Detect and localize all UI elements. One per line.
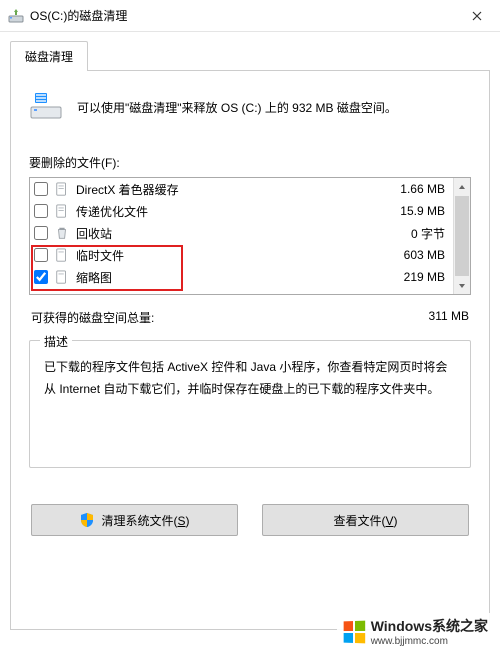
file-size: 0 字节 [411, 225, 449, 242]
tab-disk-cleanup[interactable]: 磁盘清理 [10, 41, 88, 71]
file-icon [54, 247, 70, 263]
watermark: Windows系统之家 www.bjjmmc.com [337, 613, 494, 650]
tab-panel: 可以使用"磁盘清理"来释放 OS (C:) 上的 932 MB 磁盘空间。 要删… [10, 70, 490, 630]
description-label: 描述 [40, 333, 72, 350]
file-name: 传递优化文件 [76, 203, 394, 220]
file-size: 15.9 MB [400, 204, 449, 218]
scroll-down-icon[interactable] [454, 277, 470, 294]
description-text: 已下载的程序文件包括 ActiveX 控件和 Java 小程序，你查看特定网页时… [44, 357, 456, 400]
file-checkbox[interactable] [34, 270, 48, 284]
window-title: OS(C:)的磁盘清理 [30, 7, 454, 24]
file-checkbox[interactable] [34, 204, 48, 218]
watermark-url: www.bjjmmc.com [371, 636, 488, 647]
file-row[interactable]: 传递优化文件 15.9 MB [30, 200, 453, 222]
watermark-brand: Windows系统之家 [371, 616, 488, 636]
file-row[interactable]: 临时文件 603 MB [30, 244, 453, 266]
drive-cleanup-icon [8, 8, 24, 24]
intro-row: 可以使用"磁盘清理"来释放 OS (C:) 上的 932 MB 磁盘空间。 [29, 89, 471, 126]
scrollbar[interactable] [453, 178, 470, 294]
file-name: DirectX 着色器缓存 [76, 181, 394, 198]
total-value: 311 MB [429, 309, 469, 326]
clean-button-label: 清理系统文件(S) [101, 512, 189, 529]
view-button-label: 查看文件(V) [333, 512, 397, 529]
file-row[interactable]: 回收站 0 字节 [30, 222, 453, 244]
total-row: 可获得的磁盘空间总量: 311 MB [31, 309, 469, 326]
file-icon [54, 181, 70, 197]
shield-icon [79, 512, 95, 528]
file-size: 1.66 MB [400, 182, 449, 196]
recycle-bin-icon [54, 225, 70, 241]
file-size: 603 MB [404, 248, 449, 262]
file-checkbox[interactable] [34, 248, 48, 262]
file-size: 219 MB [404, 270, 449, 284]
file-list: DirectX 着色器缓存 1.66 MB 传递优化文件 15.9 MB [29, 177, 471, 295]
file-icon [54, 203, 70, 219]
file-name: 临时文件 [76, 247, 398, 264]
file-checkbox[interactable] [34, 182, 48, 196]
file-row[interactable]: 缩略图 219 MB [30, 266, 453, 288]
file-name: 缩略图 [76, 269, 398, 286]
file-checkbox[interactable] [34, 226, 48, 240]
clean-system-files-button[interactable]: 清理系统文件(S) [31, 504, 238, 536]
drive-icon [29, 89, 63, 126]
view-files-button[interactable]: 查看文件(V) [262, 504, 469, 536]
intro-text: 可以使用"磁盘清理"来释放 OS (C:) 上的 932 MB 磁盘空间。 [77, 99, 397, 117]
scroll-up-icon[interactable] [454, 178, 470, 195]
scroll-thumb[interactable] [455, 196, 469, 276]
button-row: 清理系统文件(S) 查看文件(V) [29, 504, 471, 552]
file-row[interactable]: DirectX 着色器缓存 1.66 MB [30, 178, 453, 200]
titlebar: OS(C:)的磁盘清理 [0, 0, 500, 32]
close-button[interactable] [454, 0, 500, 32]
files-label: 要删除的文件(F): [29, 154, 471, 171]
tab-strip: 磁盘清理 [0, 32, 500, 70]
description-box: 描述 已下载的程序文件包括 ActiveX 控件和 Java 小程序，你查看特定… [29, 340, 471, 468]
file-icon [54, 269, 70, 285]
windows-logo-icon [343, 620, 365, 643]
total-label: 可获得的磁盘空间总量: [31, 309, 154, 326]
file-name: 回收站 [76, 225, 405, 242]
